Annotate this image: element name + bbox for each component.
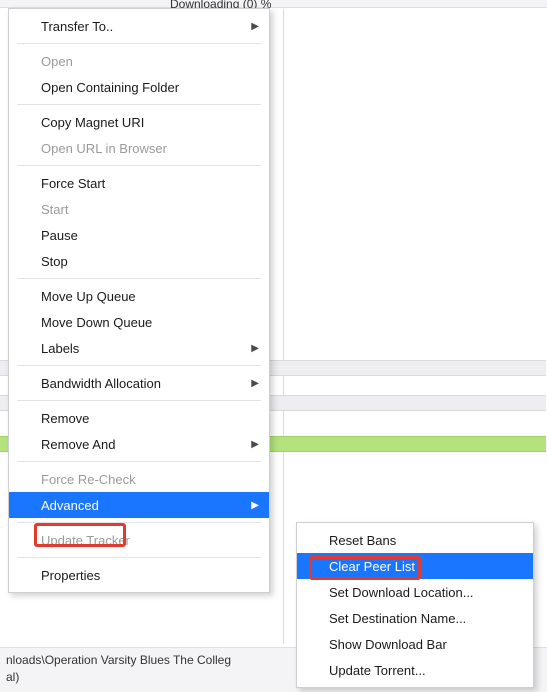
menu-label: Set Download Location... xyxy=(329,585,474,600)
column-divider xyxy=(283,9,284,644)
chevron-right-icon: ▶ xyxy=(251,343,259,354)
menu-separator xyxy=(17,278,261,279)
context-menu-advanced: Reset Bans Clear Peer List Set Download … xyxy=(296,522,534,688)
menu-label: Open URL in Browser xyxy=(41,141,167,156)
menu-transfer-to[interactable]: Transfer To.. ▶ xyxy=(9,13,269,39)
chevron-right-icon: ▶ xyxy=(251,439,259,450)
menu-label: Remove And xyxy=(41,437,115,452)
menu-label: Open xyxy=(41,54,73,69)
menu-force-start[interactable]: Force Start xyxy=(9,170,269,196)
submenu-reset-bans[interactable]: Reset Bans xyxy=(297,527,533,553)
menu-open: Open xyxy=(9,48,269,74)
menu-label: Set Destination Name... xyxy=(329,611,466,626)
menu-pause[interactable]: Pause xyxy=(9,222,269,248)
column-header-strip xyxy=(0,0,547,8)
menu-labels[interactable]: Labels ▶ xyxy=(9,335,269,361)
menu-remove-and[interactable]: Remove And ▶ xyxy=(9,431,269,457)
menu-label: Start xyxy=(41,202,68,217)
menu-open-containing-folder[interactable]: Open Containing Folder xyxy=(9,74,269,100)
menu-label: Labels xyxy=(41,341,79,356)
menu-copy-magnet-uri[interactable]: Copy Magnet URI xyxy=(9,109,269,135)
menu-move-up-queue[interactable]: Move Up Queue xyxy=(9,283,269,309)
chevron-right-icon: ▶ xyxy=(251,500,259,511)
menu-label: Open Containing Folder xyxy=(41,80,179,95)
menu-properties[interactable]: Properties xyxy=(9,562,269,588)
menu-separator xyxy=(17,104,261,105)
context-menu-main: Transfer To.. ▶ Open Open Containing Fol… xyxy=(8,8,270,593)
menu-separator xyxy=(17,557,261,558)
menu-label: Copy Magnet URI xyxy=(41,115,144,130)
menu-separator xyxy=(17,461,261,462)
submenu-clear-peer-list[interactable]: Clear Peer List xyxy=(297,553,533,579)
menu-separator xyxy=(17,365,261,366)
menu-label: Advanced xyxy=(41,498,99,513)
menu-update-tracker: Update Tracker xyxy=(9,527,269,553)
menu-label: Transfer To.. xyxy=(41,19,113,34)
menu-bandwidth-allocation[interactable]: Bandwidth Allocation ▶ xyxy=(9,370,269,396)
menu-label: Bandwidth Allocation xyxy=(41,376,161,391)
menu-label: Force Re-Check xyxy=(41,472,136,487)
menu-label: Reset Bans xyxy=(329,533,396,548)
menu-label: Show Download Bar xyxy=(329,637,447,652)
menu-open-url-in-browser: Open URL in Browser xyxy=(9,135,269,161)
menu-advanced[interactable]: Advanced ▶ xyxy=(9,492,269,518)
menu-label: Force Start xyxy=(41,176,105,191)
chevron-right-icon: ▶ xyxy=(251,21,259,32)
menu-separator xyxy=(17,43,261,44)
menu-label: Remove xyxy=(41,411,89,426)
menu-stop[interactable]: Stop xyxy=(9,248,269,274)
menu-label: Pause xyxy=(41,228,78,243)
submenu-update-torrent[interactable]: Update Torrent... xyxy=(297,657,533,683)
menu-label: Clear Peer List xyxy=(329,559,415,574)
menu-separator xyxy=(17,400,261,401)
menu-separator xyxy=(17,165,261,166)
menu-label: Stop xyxy=(41,254,68,269)
submenu-show-download-bar[interactable]: Show Download Bar xyxy=(297,631,533,657)
chevron-right-icon: ▶ xyxy=(251,378,259,389)
menu-move-down-queue[interactable]: Move Down Queue xyxy=(9,309,269,335)
menu-remove[interactable]: Remove xyxy=(9,405,269,431)
menu-separator xyxy=(17,522,261,523)
menu-label: Properties xyxy=(41,568,100,583)
menu-label: Move Down Queue xyxy=(41,315,152,330)
submenu-set-download-location[interactable]: Set Download Location... xyxy=(297,579,533,605)
menu-start: Start xyxy=(9,196,269,222)
menu-force-recheck: Force Re-Check xyxy=(9,466,269,492)
menu-label: Update Torrent... xyxy=(329,663,426,678)
menu-label: Move Up Queue xyxy=(41,289,136,304)
menu-label: Update Tracker xyxy=(41,533,130,548)
submenu-set-destination-name[interactable]: Set Destination Name... xyxy=(297,605,533,631)
